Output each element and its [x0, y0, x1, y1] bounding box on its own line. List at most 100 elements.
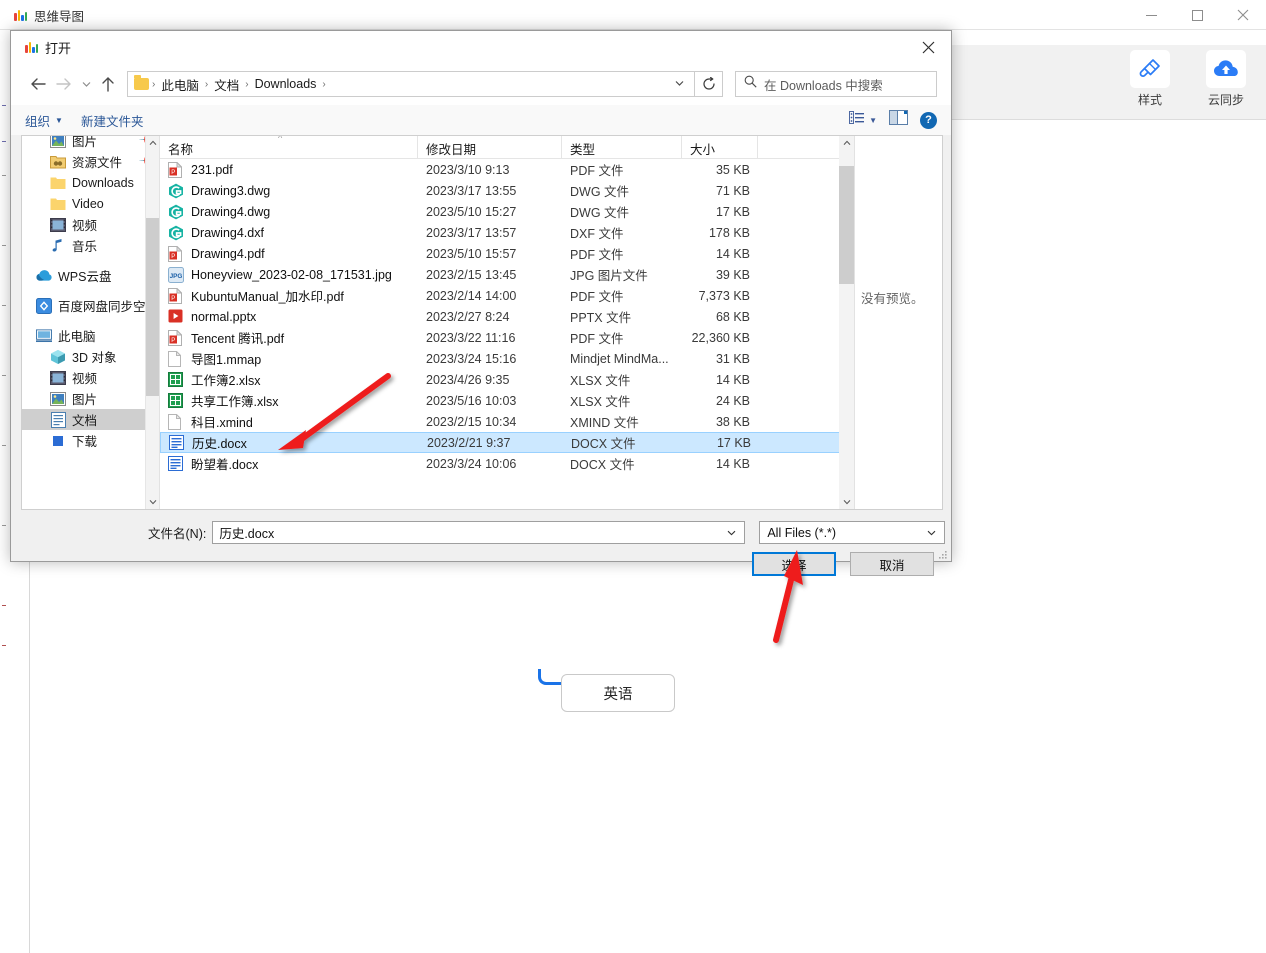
file-name-cell: 盼望着.docx: [160, 454, 418, 473]
table-row[interactable]: 共享工作簿.xlsx 2023/5/16 10:03 XLSX 文件 24 KB: [160, 390, 854, 411]
table-row[interactable]: P 231.pdf 2023/3/10 9:13 PDF 文件 35 KB: [160, 159, 854, 180]
mindmap-node-english[interactable]: 英语: [561, 674, 675, 712]
minimize-button[interactable]: [1128, 0, 1174, 30]
breadcrumb-item-1[interactable]: 文档: [211, 75, 242, 94]
dialog-footer: 文件名(N): 历史.docx All Files (*.*) 选择 取消: [11, 521, 951, 576]
cancel-button[interactable]: 取消: [850, 552, 934, 576]
help-icon[interactable]: ?: [920, 111, 937, 129]
confirm-select-button[interactable]: 选择: [752, 552, 836, 576]
forward-button[interactable]: [51, 71, 77, 97]
preview-pane-button[interactable]: [889, 110, 908, 130]
chevron-up-icon[interactable]: [839, 136, 854, 150]
file-size-cell: 24 KB: [715, 393, 750, 408]
table-row[interactable]: 工作簿2.xlsx 2023/4/26 9:35 XLSX 文件 14 KB: [160, 369, 854, 390]
tree-item-图片[interactable]: 图片📌: [22, 136, 159, 151]
tree-item-WPS云盘[interactable]: WPS云盘: [22, 265, 159, 286]
picture-icon: [50, 136, 66, 149]
tree-item-百度网盘同步空间[interactable]: 百度网盘同步空间: [22, 295, 159, 316]
file-date-cell: 2023/5/16 10:03: [426, 393, 517, 408]
table-row[interactable]: Drawing3.dwg 2023/3/17 13:55 DWG 文件 71 KB: [160, 180, 854, 201]
tree-item-label: 3D 对象: [72, 351, 117, 365]
tree-group-gap: [22, 256, 159, 265]
file-size-cell: 38 KB: [715, 414, 750, 429]
breadcrumb-item-2[interactable]: Downloads: [252, 77, 320, 91]
preview-pane-icon: [889, 110, 908, 129]
toolbar-item-style[interactable]: 样式: [1122, 50, 1178, 108]
column-header-size[interactable]: 大小: [682, 136, 758, 158]
search-input-placeholder[interactable]: 在 Downloads 中搜索: [764, 75, 883, 94]
breadcrumb-item-0[interactable]: 此电脑: [158, 75, 202, 94]
breadcrumb-separator: ›: [245, 78, 249, 90]
tree-item-3D-对象[interactable]: 3D 对象: [22, 346, 159, 367]
table-row[interactable]: 科目.xmind 2023/2/15 10:34 XMIND 文件 38 KB: [160, 411, 854, 432]
dialog-close-button[interactable]: [905, 31, 951, 63]
search-icon: [744, 75, 757, 93]
maximize-button[interactable]: [1174, 0, 1220, 30]
chevron-up-icon[interactable]: [146, 136, 159, 150]
tree-item-此电脑[interactable]: 此电脑: [22, 325, 159, 346]
file-type-filter-select[interactable]: All Files (*.*): [759, 521, 946, 544]
file-size-cell: 31 KB: [715, 351, 750, 366]
toolbar-item-cloud-sync[interactable]: 云同步: [1198, 50, 1254, 108]
organize-menu[interactable]: 组织 ▼: [25, 111, 63, 130]
new-folder-button[interactable]: 新建文件夹: [81, 111, 144, 130]
table-row[interactable]: Drawing4.dxf 2023/3/17 13:57 DXF 文件 178 KB: [160, 222, 854, 243]
tree-item-label: 此电脑: [58, 330, 96, 344]
chevron-down-icon[interactable]: [723, 528, 740, 538]
resize-grip[interactable]: [937, 547, 948, 559]
file-date-cell: 2023/3/17 13:55: [426, 183, 517, 198]
table-row[interactable]: 历史.docx 2023/2/21 9:37 DOCX 文件 17 KB: [160, 432, 854, 453]
file-list-pane[interactable]: 名称 ^ 修改日期 类型 大小 P 231.pdf 2023/3/10 9:13 PD…: [160, 136, 854, 509]
column-header-date[interactable]: 修改日期: [418, 136, 562, 158]
file-list-scrollbar[interactable]: [839, 136, 854, 509]
recent-locations-chevron-down-icon[interactable]: [77, 71, 95, 97]
up-button[interactable]: [95, 71, 121, 97]
file-type-cell: JPG 图片文件: [570, 269, 648, 283]
tree-item-视频[interactable]: 视频: [22, 367, 159, 388]
table-row[interactable]: P KubuntuManual_加水印.pdf 2023/2/14 14:00 PDF…: [160, 285, 854, 306]
file-size-cell: 17 KB: [716, 435, 751, 450]
file-type-cell: DOCX 文件: [571, 437, 636, 451]
table-row[interactable]: P Drawing4.pdf 2023/5/10 15:57 PDF 文件 14 KB: [160, 243, 854, 264]
back-button[interactable]: [25, 71, 51, 97]
tree-item-音乐[interactable]: 音乐: [22, 235, 159, 256]
close-window-button[interactable]: [1220, 0, 1266, 30]
column-header-type[interactable]: 类型: [562, 136, 682, 158]
tree-item-label: 图片: [72, 393, 98, 407]
tree-item-视频[interactable]: 视频: [22, 214, 159, 235]
filename-input[interactable]: 历史.docx: [212, 521, 746, 544]
table-row[interactable]: Drawing4.dwg 2023/5/10 15:27 DWG 文件 17 KB: [160, 201, 854, 222]
table-row[interactable]: P Tencent 腾讯.pdf 2023/3/22 11:16 PDF 文件 22,3…: [160, 327, 854, 348]
table-row[interactable]: JPG Honeyview_2023-02-08_171531.jpg 2023/2…: [160, 264, 854, 285]
tree-scrollbar[interactable]: [145, 136, 159, 509]
tree-item-Downloads[interactable]: Downloads: [22, 172, 159, 193]
tree-item-文档[interactable]: 文档: [22, 409, 159, 430]
address-bar[interactable]: › 此电脑 › 文档 › Downloads ›: [127, 71, 695, 97]
chevron-down-icon[interactable]: [839, 495, 854, 509]
file-scroll-thumb[interactable]: [839, 166, 854, 284]
file-name-cell: 历史.docx: [161, 433, 419, 452]
chevron-down-icon[interactable]: [146, 495, 159, 509]
table-row[interactable]: normal.pptx 2023/2/27 8:24 PPTX 文件 68 KB: [160, 306, 854, 327]
chevron-down-icon[interactable]: [923, 528, 940, 538]
dialog-titlebar: 打开: [11, 31, 951, 63]
address-chevron-down-icon[interactable]: [667, 79, 692, 90]
window-controls: [1128, 0, 1266, 30]
navigation-tree[interactable]: 图片📌资源文件📌DownloadsVideo视频音乐WPS云盘百度网盘同步空间此…: [22, 136, 160, 509]
tree-item-label: Video: [72, 196, 104, 211]
tree-item-下载[interactable]: 下载: [22, 430, 159, 451]
tree-item-图片[interactable]: 图片: [22, 388, 159, 409]
table-row[interactable]: 盼望着.docx 2023/3/24 10:06 DOCX 文件 14 KB: [160, 453, 854, 474]
view-options-button[interactable]: ▼: [849, 111, 877, 129]
file-date-cell: 2023/3/24 10:06: [426, 456, 517, 471]
tree-item-Video[interactable]: Video: [22, 193, 159, 214]
column-header-name[interactable]: 名称 ^: [160, 136, 418, 158]
file-type-cell: Mindjet MindMa...: [570, 351, 669, 366]
refresh-button[interactable]: [695, 71, 723, 97]
app-tab-mindmap[interactable]: 思维导图: [8, 0, 98, 30]
table-row[interactable]: 导图1.mmap 2023/3/24 15:16 Mindjet MindMa...…: [160, 348, 854, 369]
wps-cloud-icon: [36, 268, 52, 284]
tree-scroll-thumb[interactable]: [146, 218, 159, 396]
tree-item-资源文件[interactable]: 资源文件📌: [22, 151, 159, 172]
search-box[interactable]: 在 Downloads 中搜索: [735, 71, 937, 97]
